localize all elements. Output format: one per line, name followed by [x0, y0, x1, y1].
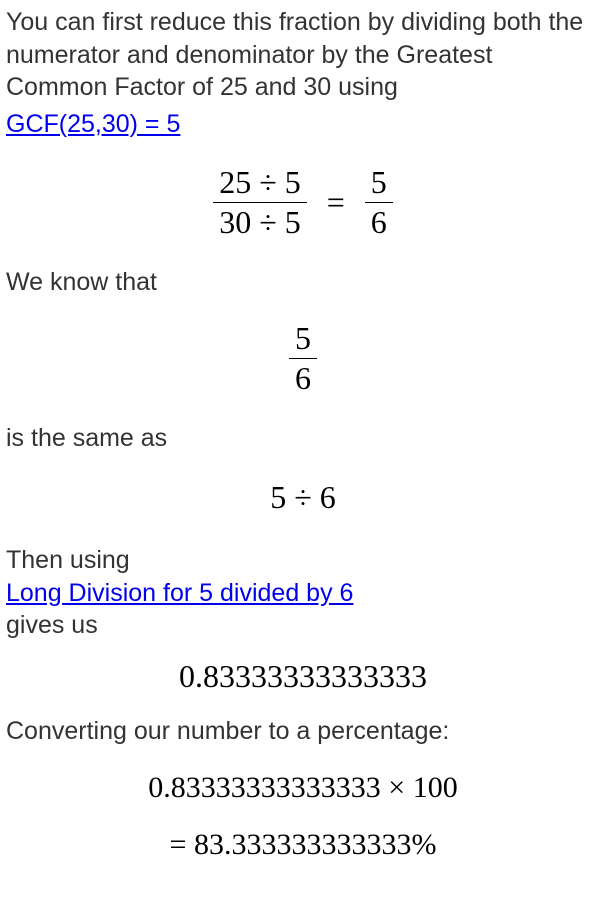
intro-paragraph: You can first reduce this fraction by di…	[6, 6, 600, 104]
then-using-block: Then using Long Division for 5 divided b…	[6, 544, 600, 642]
convert-text: Converting our number to a percentage:	[6, 715, 600, 748]
reduce-fraction-equation: 25 ÷ 5 30 ÷ 5 = 5 6	[6, 162, 600, 240]
frac-numerator: 5	[289, 321, 317, 358]
fraction-right: 5 6	[365, 165, 393, 240]
long-division-link[interactable]: Long Division for 5 divided by 6	[6, 579, 353, 607]
gives-us-text: gives us	[6, 611, 98, 639]
division-expr-text: 5 ÷ 6	[270, 479, 336, 515]
percent-line2: = 83.333333333333%	[6, 825, 600, 864]
gcf-link[interactable]: GCF(25,30) = 5	[6, 110, 180, 138]
fraction-left-numerator: 25 ÷ 5	[213, 165, 307, 202]
fraction-left-denominator: 30 ÷ 5	[213, 202, 307, 240]
equals-sign: =	[325, 182, 347, 224]
fraction-five-sixths: 5 6	[6, 321, 600, 396]
percent-line1: 0.83333333333333 × 100	[6, 768, 600, 807]
decimal-result: 0.83333333333333	[6, 656, 600, 698]
intro-text: You can first reduce this fraction by di…	[6, 8, 583, 101]
gcf-link-line: GCF(25,30) = 5	[6, 108, 600, 141]
division-expression: 5 ÷ 6	[6, 477, 600, 519]
fraction-right-denominator: 6	[365, 202, 393, 240]
decimal-value: 0.83333333333333	[179, 658, 427, 694]
fraction-left: 25 ÷ 5 30 ÷ 5	[213, 165, 307, 240]
frac-denominator: 6	[289, 358, 317, 396]
percent-calculation: 0.83333333333333 × 100 = 83.333333333333…	[6, 768, 600, 864]
we-know-text: We know that	[6, 266, 600, 299]
same-as-text: is the same as	[6, 422, 600, 455]
fraction-right-numerator: 5	[365, 165, 393, 202]
then-using-text: Then using	[6, 546, 130, 574]
